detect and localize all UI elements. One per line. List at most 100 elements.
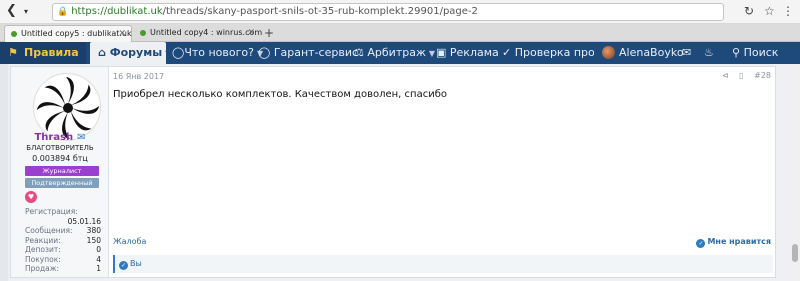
close-icon[interactable]: ✕ [247,25,255,41]
new-tab-button[interactable]: + [264,26,274,40]
user-info: Thrash ✉ БЛАГОТВОРИТЕЛЬ 0.003894 бтц Журн… [11,67,109,277]
rules-icon: ⚑ [8,46,18,59]
thumbs-up-icon: ✓ [119,261,128,270]
search-icon: ⚲ [732,46,741,59]
chevron-down-icon: ▼ [428,49,436,58]
browser-toolbar: ❮ ▾ 🔒 https://dublikat.uk/threads/skany-p… [0,0,800,24]
nav-user[interactable]: AlenaBoyko [602,42,684,64]
bookmark-icon[interactable]: ▯ [739,71,743,80]
url-host: dublikat.uk [107,6,163,17]
stat-label: Регистрация: [25,207,78,216]
forum-post: Thrash ✉ БЛАГОТВОРИТЕЛЬ 0.003894 бтц Журн… [10,66,776,278]
tab-label: Untitled copy4 : winrus.com [150,28,263,37]
stat-value: 1 [96,264,101,273]
back-arrow-icon[interactable]: ❮ [6,3,17,18]
post-tools: ⊲ ▯ #28 [714,71,771,80]
tab-label: Untitled copy5 : dublikat.uk [21,29,132,38]
nav-whats-new[interactable]: ◯Что нового? ▼ [172,42,263,64]
user-title: БЛАГОТВОРИТЕЛЬ [26,144,94,152]
badge-verified: Подтвержденный [25,178,99,188]
nav-check-label: Проверка про [514,46,594,59]
bell-icon[interactable]: ♨ [704,42,714,64]
username-text: Thrash [34,132,74,143]
like-button[interactable]: ✓ Мне нравится [696,237,771,248]
nav-forums-label: Форумы [109,46,163,59]
stat-label: Продаж: [25,264,60,273]
favicon-icon [11,31,17,37]
nav-rules-label: Правила [24,46,79,59]
heart-trophy-icon[interactable]: ♥ [25,191,37,203]
post-date[interactable]: 16 Янв 2017 [113,72,164,81]
chevron-down-icon: ▼ [165,49,172,58]
lock-icon: 🔒 [57,7,69,17]
stat-row: Покупок: 4 [25,255,101,265]
nav-rules[interactable]: ⚑ Правила [0,42,86,64]
left-gutter [0,64,8,281]
post-text: Приобрел несколько комплектов. Качеством… [113,89,447,100]
nav-ads-label: Реклама [449,46,499,59]
site-navbar: ⚑ Правила ⌂ Форумы ▼ ◯Что нового? ▼ ◯ Гаран… [0,42,800,64]
tab-bar: Untitled copy5 : dublikat.uk ✕ Untitled … [0,24,800,42]
message-icon[interactable]: ✉ [77,132,85,143]
badge-journalist: Журналист [25,166,99,176]
stat-label: Реакции: [25,235,61,245]
avatar [602,46,615,59]
post-number[interactable]: #28 [754,71,771,80]
shield-icon: ◯ [258,46,271,59]
ad-icon: ▣ [436,46,447,59]
stat-row: Продаж: 1 [25,264,101,274]
menu-icon[interactable]: ⋮ [782,4,794,18]
stat-row: Реакции: 150 [25,236,101,246]
dropdown-caret-icon[interactable]: ▾ [24,7,28,16]
home-icon: ⌂ [98,46,106,59]
scales-icon: ⚖ [354,46,364,59]
nav-whats-new-label: Что нового? [184,46,254,59]
nav-forums[interactable]: ⌂ Форумы ▼ [90,42,171,64]
close-icon[interactable]: ✕ [118,26,126,42]
bookmark-star-icon[interactable]: ☆ [764,4,775,18]
nav-arbitration-label: Арбитраж [367,46,426,59]
url-path: /threads/skany-pasport-snils-ot-35-rub-k… [162,6,478,17]
stat-value: 0 [96,245,101,254]
nav-check[interactable]: ✓ Проверка про [502,42,594,64]
stat-row: Регистрация: [25,207,101,217]
user-balance: 0.003894 бтц [32,154,88,163]
reload-icon[interactable]: ↻ [744,4,754,18]
message-body: 16 Янв 2017 ⊲ ▯ #28 Приобрел несколько к… [111,67,775,277]
reactions-bar[interactable]: ✓ Вы [113,255,773,273]
nav-search-label: Поиск [743,46,779,59]
stat-label: Сообщения: [25,226,73,235]
nav-arbitration[interactable]: ⚖ Арбитраж ▼ [354,42,435,64]
inbox-icon[interactable]: ✉ [682,42,691,64]
tab-dublikat[interactable]: Untitled copy5 : dublikat.uk ✕ [4,25,132,42]
report-link[interactable]: Жалоба [113,237,146,246]
like-label: Мне нравится [707,237,771,246]
address-bar[interactable]: 🔒 https://dublikat.uk/threads/skany-paspo… [52,3,724,21]
nav-guarantee-label: Гарант-сервис [273,46,359,59]
thumbs-up-icon: ✓ [696,239,706,248]
avatar[interactable] [33,73,101,141]
stat-value: 05.01.16 [67,216,101,226]
stat-label: Депозит: [25,245,61,254]
nav-user-label: AlenaBoyko [619,46,684,59]
stat-label: Покупок: [25,254,61,264]
stat-row: Сообщения: 380 [25,226,101,236]
bulb-icon: ◯ [172,46,185,59]
scrollbar[interactable] [790,64,800,281]
username[interactable]: Thrash ✉ [11,132,109,143]
nav-guarantee[interactable]: ◯ Гарант-сервис [258,42,358,64]
tab-winrus[interactable]: Untitled copy4 : winrus.com ✕ [134,25,263,42]
share-icon[interactable]: ⊲ [722,71,729,80]
page-content: Thrash ✉ БЛАГОТВОРИТЕЛЬ 0.003894 бтц Журн… [0,64,800,281]
stat-row: 05.01.16 [25,217,101,227]
user-stats: Регистрация: 05.01.16 Сообщения: 380 Реак… [25,207,101,274]
nav-ads[interactable]: ▣ Реклама [436,42,499,64]
nav-search[interactable]: ⚲ Поиск [732,42,778,64]
stat-value: 380 [86,226,101,235]
stat-row: Депозит: 0 [25,245,101,255]
reactions-text: Вы [130,259,142,268]
check-icon: ✓ [502,46,512,59]
stat-value: 150 [86,235,101,245]
stat-value: 4 [96,254,101,264]
scrollbar-thumb[interactable] [792,244,798,262]
